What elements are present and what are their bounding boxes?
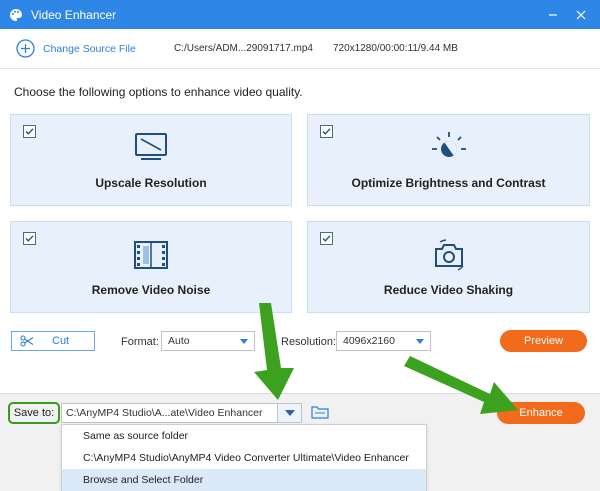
file-bar: Change Source File C:/Users/ADM...290917… <box>0 29 600 69</box>
add-circle-icon[interactable] <box>16 39 35 58</box>
dropdown-item-default-folder[interactable]: C:\AnyMP4 Studio\AnyMP4 Video Converter … <box>62 447 426 469</box>
open-folder-icon[interactable] <box>311 404 329 420</box>
monitor-icon <box>133 131 169 165</box>
option-label: Remove Video Noise <box>91 283 211 297</box>
chevron-down-icon <box>416 339 424 344</box>
save-path-dropdown-menu: Same as source folder C:\AnyMP4 Studio\A… <box>61 424 427 491</box>
option-label: Upscale Resolution <box>95 176 207 190</box>
minimize-icon <box>549 13 557 16</box>
chevron-down-icon <box>240 339 248 344</box>
option-remove-video-noise[interactable]: Remove Video Noise <box>10 221 292 313</box>
chevron-down-icon <box>284 410 295 416</box>
check-icon <box>25 235 34 242</box>
resolution-value: 4096x2160 <box>343 335 395 347</box>
option-reduce-video-shaking[interactable]: Reduce Video Shaking <box>307 221 590 313</box>
format-select[interactable]: Auto <box>161 331 255 351</box>
close-icon <box>576 10 586 19</box>
option-label: Reduce Video Shaking <box>383 283 514 297</box>
save-to-label: Save to: <box>8 402 60 424</box>
dropdown-item-same-as-source[interactable]: Same as source folder <box>62 425 426 447</box>
option-optimize-brightness[interactable]: Optimize Brightness and Contrast <box>307 114 590 206</box>
brightness-icon <box>431 131 467 165</box>
option-label: Optimize Brightness and Contrast <box>351 176 546 190</box>
dropdown-item-browse-folder[interactable]: Browse and Select Folder <box>62 469 426 491</box>
change-source-file-link[interactable]: Change Source File <box>43 43 136 55</box>
format-label: Format: <box>121 336 159 348</box>
minimize-button[interactable] <box>538 0 568 29</box>
save-path-value: C:\AnyMP4 Studio\A...ate\Video Enhancer <box>66 407 263 419</box>
brightness-checkbox[interactable] <box>320 125 333 138</box>
camera-stabilize-icon <box>431 238 467 272</box>
noise-checkbox[interactable] <box>23 232 36 245</box>
resolution-label: Resolution: <box>281 336 337 348</box>
option-upscale-resolution[interactable]: Upscale Resolution <box>10 114 292 206</box>
cut-button[interactable]: Cut <box>11 331 95 351</box>
close-button[interactable] <box>566 0 596 29</box>
file-path: C:/Users/ADM...29091717.mp4 <box>174 43 313 54</box>
file-info: 720x1280/00:00:11/9.44 MB <box>333 43 458 54</box>
check-icon <box>322 235 331 242</box>
window-title: Video Enhancer <box>31 7 117 22</box>
check-icon <box>25 128 34 135</box>
check-icon <box>322 128 331 135</box>
format-value: Auto <box>168 335 190 347</box>
upscale-checkbox[interactable] <box>23 125 36 138</box>
palette-icon <box>9 8 23 22</box>
preview-button[interactable]: Preview <box>500 330 587 352</box>
shaking-checkbox[interactable] <box>320 232 333 245</box>
save-path-select[interactable]: C:\AnyMP4 Studio\A...ate\Video Enhancer <box>61 403 302 423</box>
arrow-down-annotation <box>254 303 294 400</box>
scissors-icon <box>20 335 34 347</box>
instruction-text: Choose the following options to enhance … <box>14 85 303 99</box>
enhance-button[interactable]: Enhance <box>497 402 585 424</box>
film-icon <box>133 238 169 272</box>
cut-label: Cut <box>52 335 70 347</box>
resolution-select[interactable]: 4096x2160 <box>336 331 431 351</box>
save-path-dropdown-button[interactable] <box>277 404 301 422</box>
title-bar: Video Enhancer <box>0 0 600 29</box>
